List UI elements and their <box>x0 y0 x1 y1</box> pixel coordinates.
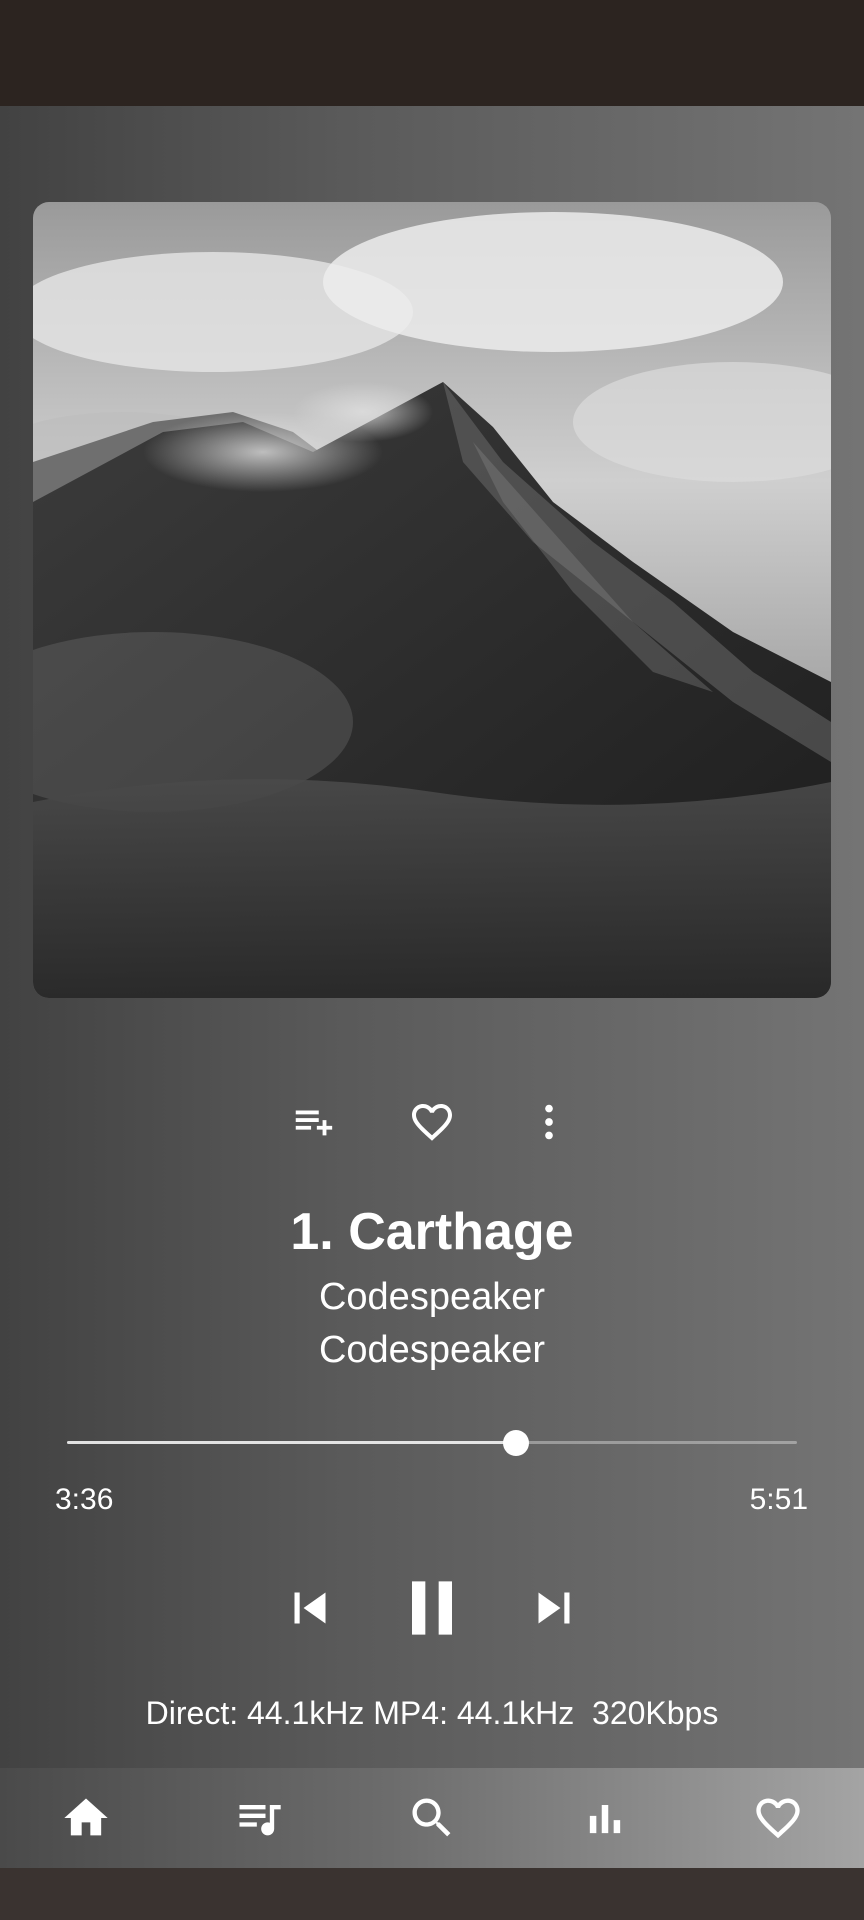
playback-controls <box>0 1568 864 1648</box>
seek-bar[interactable] <box>67 1430 797 1456</box>
nav-stats[interactable] <box>518 1768 691 1868</box>
nav-favorites[interactable] <box>691 1768 864 1868</box>
system-nav-bar <box>0 1868 864 1920</box>
audio-format-info: Direct: 44.1kHz MP4: 44.1kHz 320Kbps <box>145 1695 719 1731</box>
track-album[interactable]: Codespeaker <box>0 1325 864 1375</box>
total-time: 5:51 <box>749 1483 808 1516</box>
seek-progress <box>67 1441 516 1444</box>
heart-icon <box>755 1798 800 1839</box>
skip-previous-icon <box>294 1592 326 1624</box>
next-button[interactable] <box>514 1572 594 1644</box>
home-icon <box>64 1798 109 1836</box>
skip-next-icon <box>538 1592 570 1624</box>
bottom-navigation <box>0 1768 864 1868</box>
heart-outline-icon <box>412 1104 452 1141</box>
playlist-add-icon <box>295 1110 333 1136</box>
album-art <box>33 202 831 998</box>
track-artist[interactable]: Codespeaker <box>0 1272 864 1322</box>
more-vert-icon <box>545 1104 553 1140</box>
seek-thumb[interactable] <box>502 1430 529 1456</box>
status-bar <box>0 0 864 106</box>
track-title: 1. Carthage <box>290 1203 574 1261</box>
mountain-album-cover <box>33 202 831 998</box>
elapsed-time: 3:36 <box>55 1483 114 1516</box>
pause-icon <box>412 1581 452 1635</box>
more-options-button[interactable] <box>521 1094 577 1150</box>
nav-queue[interactable] <box>173 1768 346 1868</box>
previous-button[interactable] <box>270 1572 350 1644</box>
pause-button[interactable] <box>392 1568 472 1648</box>
queue-music-icon <box>239 1805 281 1836</box>
search-icon <box>412 1798 451 1837</box>
bar-chart-icon <box>589 1805 620 1834</box>
favorite-button[interactable] <box>404 1094 460 1150</box>
nav-search[interactable] <box>346 1768 519 1868</box>
add-to-playlist-button[interactable] <box>285 1094 341 1150</box>
nav-home[interactable] <box>0 1768 173 1868</box>
track-actions <box>0 1094 864 1150</box>
